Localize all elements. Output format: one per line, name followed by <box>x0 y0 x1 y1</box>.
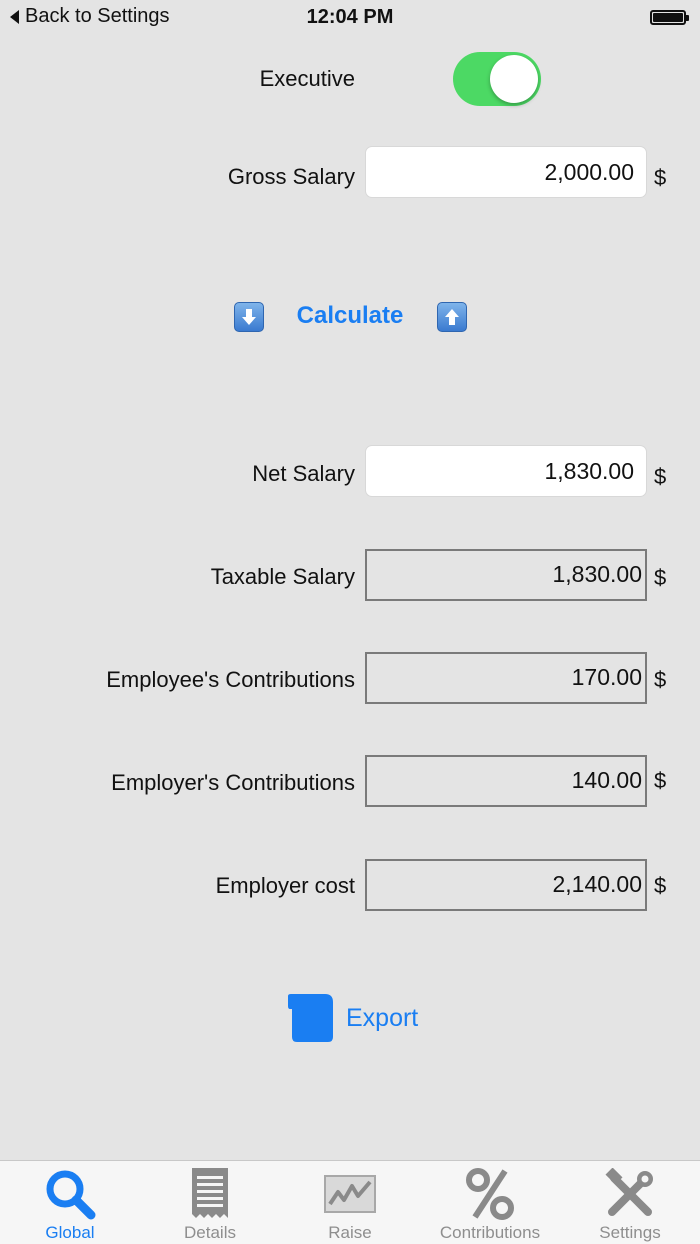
tab-label: Contributions <box>439 1223 541 1242</box>
chart-icon <box>322 1167 378 1221</box>
employer-cost-value: 2,140.00 <box>365 859 647 911</box>
executive-label: Executive <box>259 66 355 91</box>
arrow-down-icon <box>242 309 256 325</box>
employer-contributions-label: Employer's Contributions <box>111 770 355 795</box>
arrow-up-button[interactable] <box>437 302 467 332</box>
employee-contributions-value: 170.00 <box>365 652 647 704</box>
gross-salary-input[interactable]: 2,000.00 <box>365 146 647 198</box>
net-salary-label: Net Salary <box>252 461 355 486</box>
tab-label: Global <box>45 1223 95 1242</box>
export-button[interactable]: Export <box>288 993 418 1043</box>
tab-label: Raise <box>328 1223 372 1242</box>
tab-label: Settings <box>599 1223 661 1242</box>
tab-global[interactable]: Global <box>0 1161 140 1244</box>
magnifier-icon <box>42 1167 98 1221</box>
tab-raise[interactable]: Raise <box>280 1161 420 1244</box>
employee-currency: $ <box>654 667 667 692</box>
tab-contributions[interactable]: Contributions <box>420 1161 560 1244</box>
tab-label: Details <box>184 1223 236 1242</box>
net-currency: $ <box>654 464 667 489</box>
executive-toggle[interactable] <box>453 52 541 106</box>
toggle-knob <box>490 55 538 103</box>
percent-icon <box>462 1167 518 1221</box>
status-time: 12:04 PM <box>306 6 394 28</box>
battery-icon <box>650 10 689 25</box>
taxable-salary-label: Taxable Salary <box>210 564 355 589</box>
calculate-button[interactable]: Calculate <box>280 302 420 330</box>
arrow-up-icon <box>445 309 459 325</box>
taxable-salary-value: 1,830.00 <box>365 549 647 601</box>
employer-contributions-value: 140.00 <box>365 755 647 807</box>
tab-details[interactable]: Details <box>140 1161 280 1244</box>
receipt-icon <box>182 1167 238 1221</box>
net-salary-input[interactable]: 1,830.00 <box>365 445 647 497</box>
export-label: Export <box>346 1003 419 1032</box>
employee-contributions-label: Employee's Contributions <box>106 667 355 692</box>
status-bar: Back to Settings 12:04 PM <box>0 0 700 36</box>
arrow-down-button[interactable] <box>234 302 264 332</box>
employer-cost-label: Employer cost <box>215 873 355 898</box>
gross-currency: $ <box>654 165 667 190</box>
gross-salary-label: Gross Salary <box>227 164 355 189</box>
employer-currency: $ <box>654 768 667 793</box>
taxable-currency: $ <box>654 565 667 590</box>
employer-cost-currency: $ <box>654 873 667 898</box>
tools-icon <box>602 1167 658 1221</box>
tab-bar: Global Details Raise Contributions Setti… <box>0 1160 700 1244</box>
tab-settings[interactable]: Settings <box>560 1161 700 1244</box>
document-icon <box>288 994 333 1042</box>
